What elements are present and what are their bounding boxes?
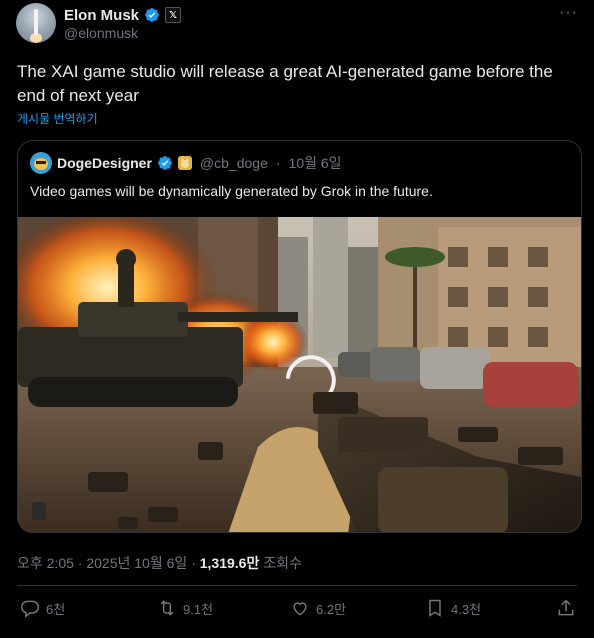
- meta-separator-2: ·: [191, 555, 196, 571]
- quote-handle: @cb_doge: [199, 155, 268, 171]
- quote-date: 10월 6일: [288, 155, 342, 171]
- verified-badge-icon[interactable]: [144, 7, 160, 23]
- divider: [17, 585, 577, 586]
- like-count: 6.2만: [316, 601, 347, 617]
- avatar-rocket: [34, 9, 38, 35]
- author-avatar[interactable]: [16, 3, 56, 43]
- view-count: 1,319.6만: [199, 555, 260, 571]
- translate-post-link[interactable]: 게시물 번역하기: [17, 110, 98, 127]
- repost-count: 9.1천: [183, 601, 214, 617]
- quote-verified-badge-icon: [158, 156, 172, 170]
- author-handle[interactable]: @elonmusk: [64, 25, 138, 41]
- war-game-scene: [18, 217, 581, 532]
- doge-affiliate-badge-icon: [177, 156, 192, 170]
- bookmark-icon: [429, 599, 441, 617]
- tweet-time[interactable]: 오후 2:05: [17, 555, 74, 571]
- share-button[interactable]: [556, 598, 576, 618]
- quoted-tweet-card[interactable]: DogeDesigner @cb_doge · 10월 6일 Video gam…: [17, 140, 582, 533]
- quote-header: DogeDesigner @cb_doge · 10월 6일: [30, 152, 342, 174]
- author-name-row: Elon Musk 𝕏: [64, 6, 182, 24]
- quote-author-name: DogeDesigner: [57, 155, 152, 171]
- action-bar: 6천 9.1천 6.2만 4.3천: [20, 598, 580, 626]
- reply-count: 6천: [46, 601, 66, 617]
- more-options-icon[interactable]: ···: [559, 4, 578, 22]
- quote-separator: ·: [275, 155, 281, 171]
- repost-icon: [160, 600, 174, 616]
- tweet-date[interactable]: 2025년 10월 6일: [86, 555, 187, 571]
- author-display-name[interactable]: Elon Musk: [64, 7, 139, 24]
- sunglasses: [36, 161, 46, 164]
- quote-author-avatar: [30, 152, 52, 174]
- heart-icon: [293, 602, 307, 616]
- view-label: 조회수: [263, 555, 302, 571]
- quote-text: Video games will be dynamically generate…: [30, 183, 433, 199]
- x-logo-icon[interactable]: 𝕏: [165, 7, 182, 23]
- bookmark-button[interactable]: 4.3천: [425, 598, 481, 618]
- tweet-text: The XAI game studio will release a great…: [17, 62, 553, 105]
- bookmark-count: 4.3천: [451, 601, 482, 617]
- doge-face: [34, 158, 48, 170]
- meta-separator-1: ·: [77, 555, 83, 571]
- reply-button[interactable]: 6천: [20, 598, 65, 618]
- share-icon: [558, 599, 574, 616]
- like-button[interactable]: 6.2만: [290, 598, 346, 618]
- tweet-meta: 오후 2:05 · 2025년 10월 6일 · 1,319.6만 조회수: [17, 553, 302, 573]
- quote-media-image[interactable]: [18, 217, 581, 532]
- reply-icon: [20, 600, 40, 618]
- repost-button[interactable]: 9.1천: [157, 598, 213, 618]
